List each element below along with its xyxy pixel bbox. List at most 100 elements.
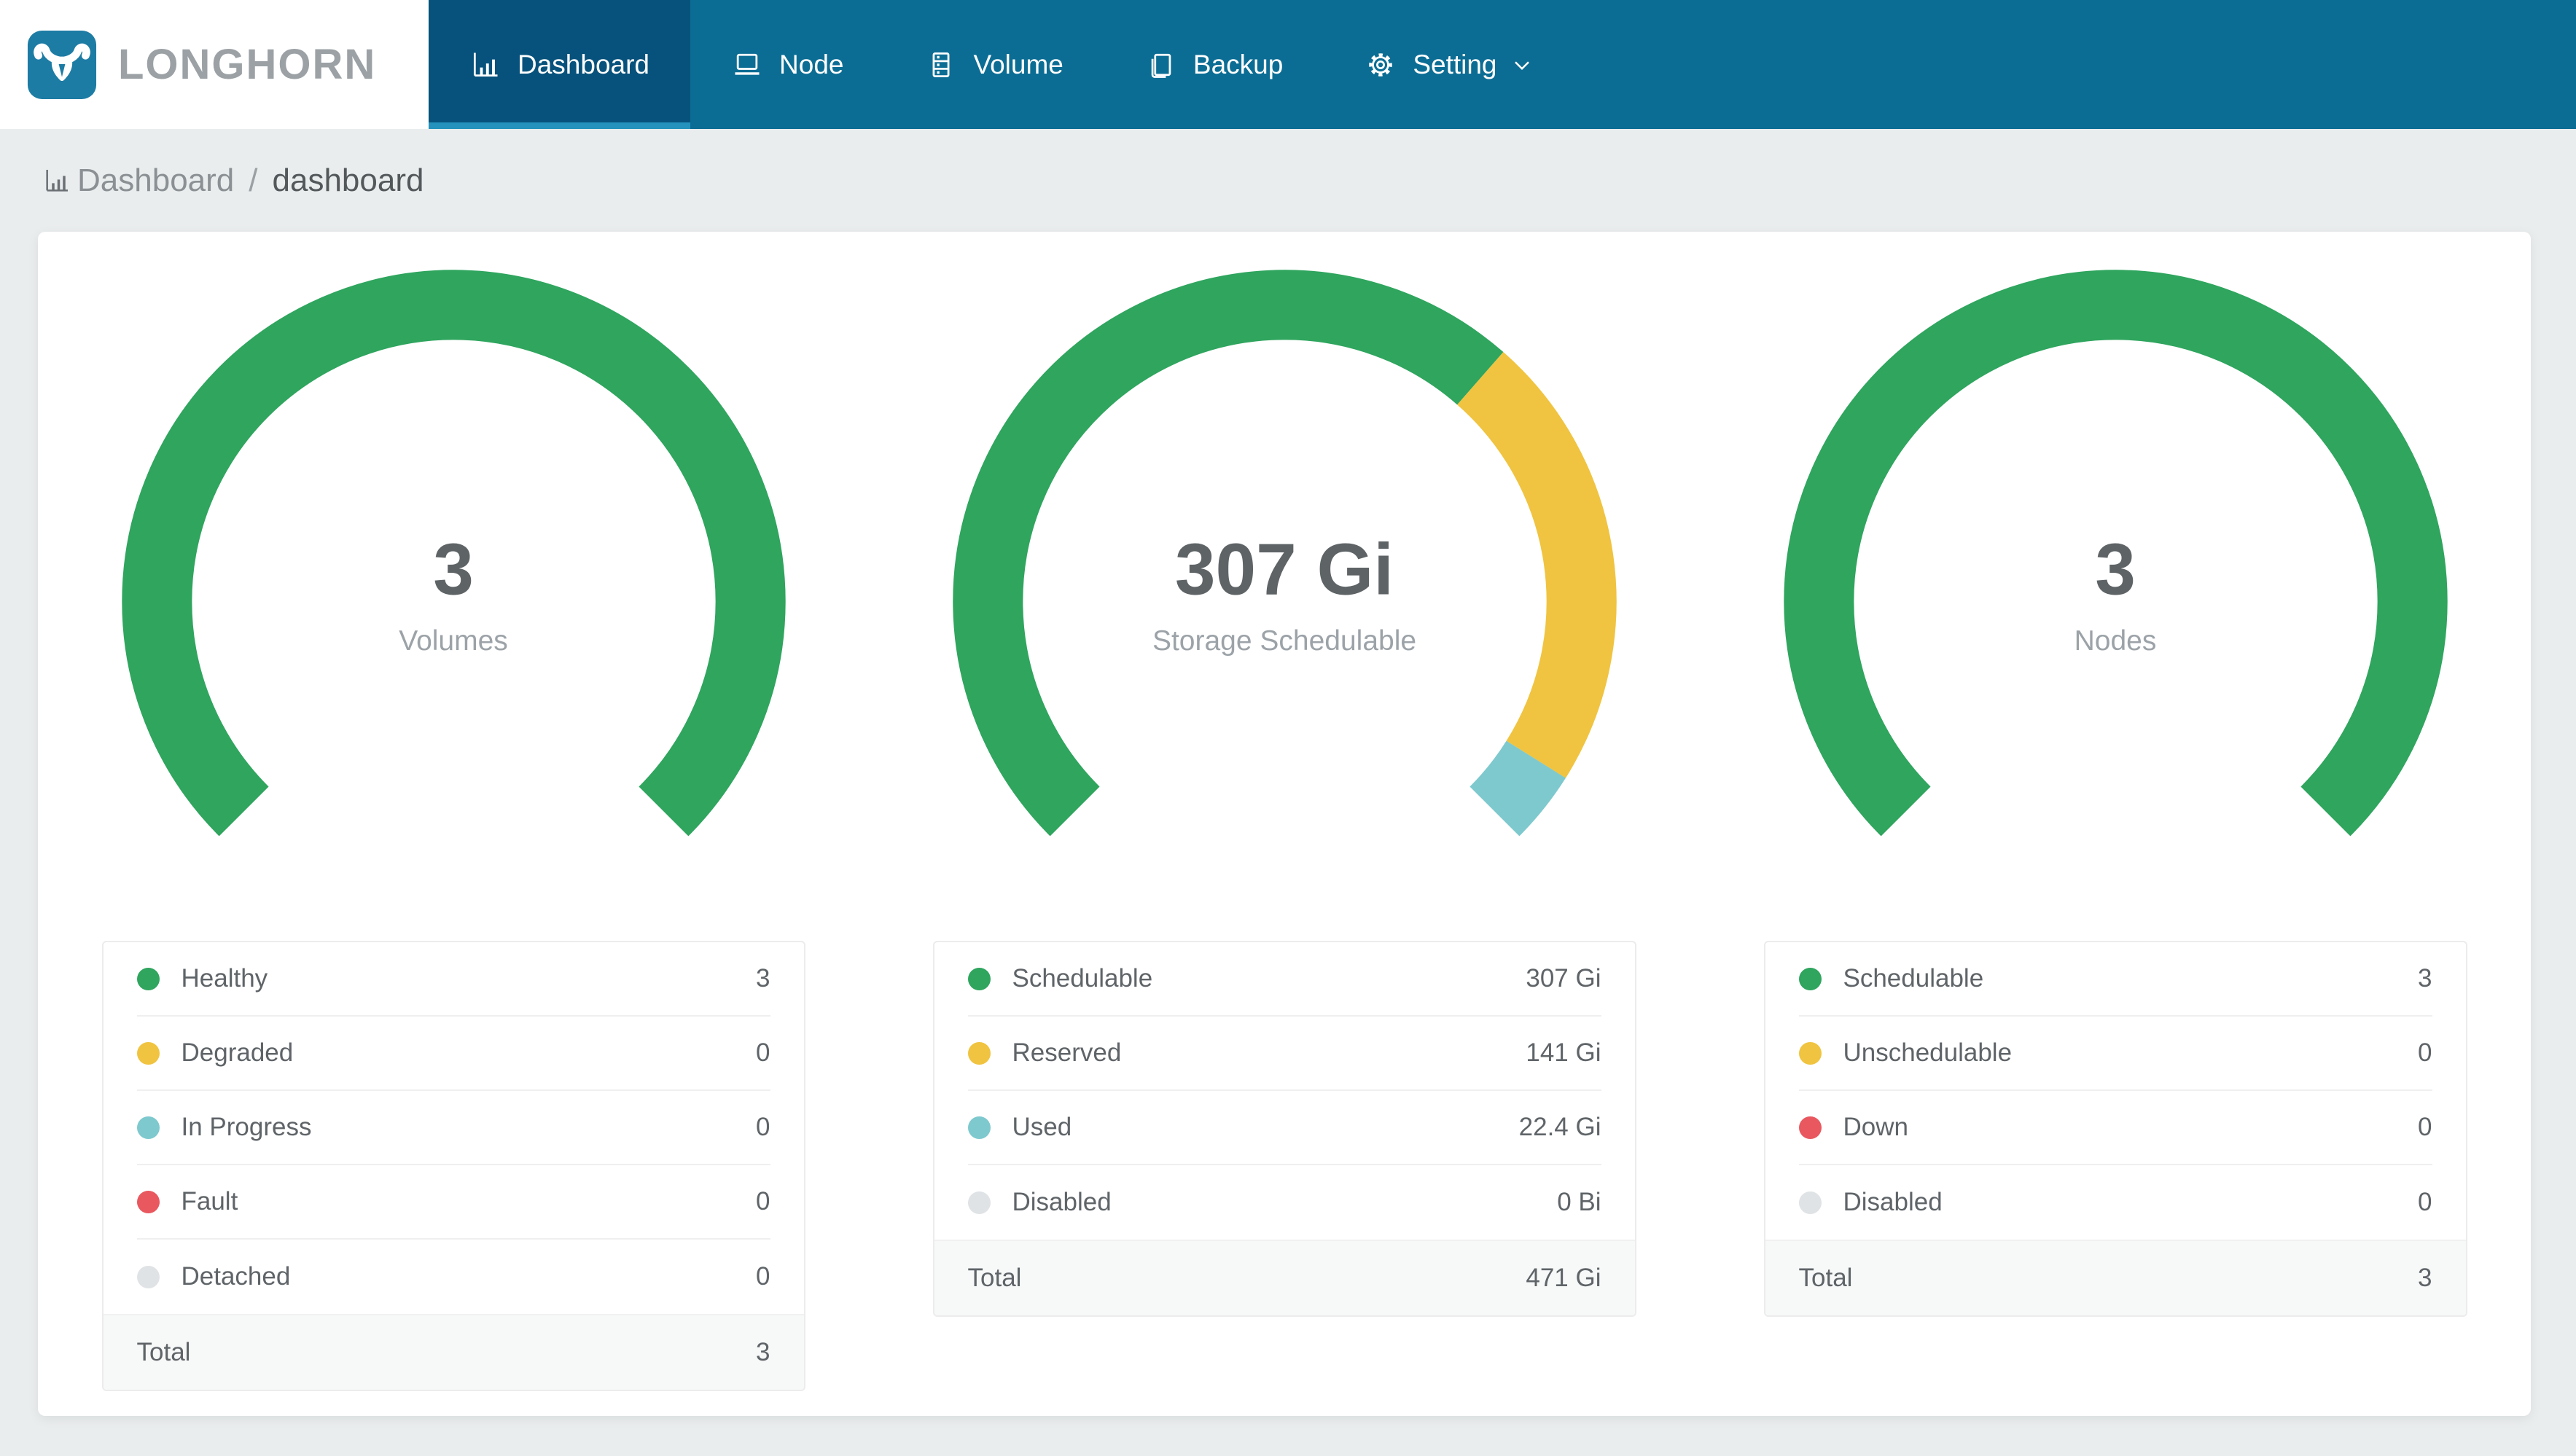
copy-icon bbox=[1145, 49, 1177, 81]
legend-row-detached: Detached 0 bbox=[104, 1240, 804, 1314]
legend-total-label: Total bbox=[967, 1264, 1022, 1292]
legend-table: Schedulable 307 Gi Reserved 141 Gi Used 22.4 … bbox=[932, 941, 1636, 1317]
nav-item-label: Dashboard bbox=[518, 49, 650, 79]
gauge-value: 307 Gi bbox=[1174, 528, 1394, 611]
legend-total-label: Total bbox=[1798, 1264, 1853, 1292]
legend-row-label: Detached bbox=[181, 1262, 291, 1291]
dashboard-card: 3 Volumes Healthy 3 Degraded 0 In Progress 0 Fau… bbox=[38, 232, 2531, 1416]
legend-dot bbox=[1798, 967, 1822, 990]
gauge-chart: 307 Gi Storage Schedulable bbox=[951, 268, 1618, 935]
legend-row-value: 0 bbox=[756, 1262, 770, 1291]
legend-row-reserved: Reserved 141 Gi bbox=[934, 1017, 1635, 1091]
gauge-chart: 3 Nodes bbox=[1782, 268, 2449, 935]
gauge-label: Storage Schedulable bbox=[1152, 625, 1417, 657]
longhorn-dashboard-page: { "brand": { "name": "LONGHORN" }, "nav"… bbox=[0, 0, 2576, 1456]
legend-row-label: Healthy bbox=[181, 964, 268, 993]
legend-dot bbox=[136, 1041, 160, 1065]
nav-item-label: Setting bbox=[1413, 49, 1497, 79]
longhorn-logo-icon bbox=[26, 29, 98, 101]
legend-row-value: 307 Gi bbox=[1526, 964, 1601, 993]
legend-row-disabled: Disabled 0 bbox=[1765, 1165, 2466, 1240]
nav-item-node[interactable]: Node bbox=[690, 0, 884, 129]
legend-row-unschedulable: Unschedulable 0 bbox=[1765, 1017, 2466, 1091]
active-tab-indicator bbox=[429, 122, 691, 129]
legend-row-value: 22.4 Gi bbox=[1518, 1113, 1601, 1141]
legend-row-schedulable: Schedulable 307 Gi bbox=[934, 942, 1635, 1017]
brand-name: LONGHORN bbox=[118, 41, 377, 88]
legend-row-value: 0 bbox=[2418, 1188, 2432, 1216]
breadcrumb-current-page: dashboard bbox=[272, 162, 424, 198]
legend-total-label: Total bbox=[136, 1338, 191, 1366]
nav-item-dashboard[interactable]: Dashboard bbox=[429, 0, 691, 129]
gauge-panel-nodes: 3 Nodes Schedulable 3 Unschedulable 0 Down 0 Dis… bbox=[1700, 268, 2531, 1416]
nav-item-setting[interactable]: Setting bbox=[1324, 0, 1575, 129]
nav-item-label: Backup bbox=[1193, 49, 1284, 79]
breadcrumb: Dashboard / dashboard bbox=[0, 129, 2576, 232]
legend-row-used: Used 22.4 Gi bbox=[934, 1091, 1635, 1165]
gauge-label: Volumes bbox=[399, 625, 508, 657]
legend-row-value: 0 Bi bbox=[1557, 1188, 1601, 1216]
gauge-value: 3 bbox=[2095, 528, 2136, 611]
bar-chart-icon bbox=[42, 166, 77, 195]
legend-table: Schedulable 3 Unschedulable 0 Down 0 Disabled 0… bbox=[1763, 941, 2467, 1317]
laptop-icon bbox=[731, 49, 763, 81]
legend-dot bbox=[1798, 1116, 1822, 1139]
legend-row-label: Disabled bbox=[1843, 1188, 1943, 1216]
legend-row-label: Disabled bbox=[1012, 1188, 1112, 1216]
legend-dot bbox=[967, 1116, 991, 1139]
legend-row-value: 0 bbox=[756, 1187, 770, 1216]
legend-dot bbox=[967, 1191, 991, 1214]
logo-link[interactable]: LONGHORN bbox=[0, 0, 429, 129]
legend-dot bbox=[136, 967, 160, 990]
legend-row-label: Schedulable bbox=[1012, 964, 1153, 993]
chevron-down-icon bbox=[1513, 52, 1535, 78]
legend-row-label: Degraded bbox=[181, 1038, 294, 1067]
gauge-panel-storage-schedulable: 307 Gi Storage Schedulable Schedulable 307 … bbox=[869, 268, 1700, 1416]
legend-row-value: 0 bbox=[2418, 1038, 2432, 1067]
legend-dot bbox=[1798, 1191, 1822, 1214]
legend-row-label: Schedulable bbox=[1843, 964, 1984, 993]
nav-item-label: Volume bbox=[973, 49, 1063, 79]
legend-dot bbox=[136, 1190, 160, 1213]
gauge-chart: 3 Volumes bbox=[120, 268, 787, 935]
nav-item-volume[interactable]: Volume bbox=[884, 0, 1104, 129]
legend-total-value: 3 bbox=[756, 1338, 770, 1366]
main-nav: Dashboard Node Volume Backup Setting bbox=[429, 0, 1576, 129]
legend-total-row: Total 3 bbox=[103, 1314, 804, 1390]
legend-row-degraded: Degraded 0 bbox=[104, 1017, 804, 1091]
legend-row-down: Down 0 bbox=[1765, 1091, 2466, 1165]
breadcrumb-separator: / bbox=[249, 162, 258, 198]
legend-row-healthy: Healthy 3 bbox=[104, 942, 804, 1017]
nav-item-backup[interactable]: Backup bbox=[1104, 0, 1324, 129]
legend-row-value: 0 bbox=[756, 1038, 770, 1067]
breadcrumb-section-link[interactable]: Dashboard bbox=[77, 163, 234, 199]
legend-total-row: Total 3 bbox=[1765, 1240, 2466, 1315]
gauge-segment-used bbox=[1469, 740, 1566, 837]
gauge-panels: 3 Volumes Healthy 3 Degraded 0 In Progress 0 Fau… bbox=[38, 232, 2531, 1416]
legend-row-label: Down bbox=[1843, 1113, 1908, 1141]
legend-row-value: 0 bbox=[2418, 1113, 2432, 1141]
gear-icon bbox=[1365, 49, 1397, 81]
legend-total-value: 471 Gi bbox=[1526, 1264, 1601, 1292]
legend-row-label: Used bbox=[1012, 1113, 1072, 1141]
gauge-value: 3 bbox=[433, 528, 474, 611]
legend-row-value: 3 bbox=[2418, 964, 2432, 993]
legend-row-schedulable: Schedulable 3 bbox=[1765, 942, 2466, 1017]
legend-table: Healthy 3 Degraded 0 In Progress 0 Fault 0 Detac… bbox=[101, 941, 805, 1391]
legend-row-label: Fault bbox=[181, 1187, 238, 1216]
database-icon bbox=[925, 49, 957, 81]
gauge-segment-reserved bbox=[1456, 352, 1617, 778]
legend-row-value: 0 bbox=[756, 1113, 770, 1141]
app-header: LONGHORN Dashboard Node Volume Backup Settin… bbox=[0, 0, 2576, 129]
legend-row-in-progress: In Progress 0 bbox=[104, 1091, 804, 1165]
legend-row-value: 3 bbox=[756, 964, 770, 993]
legend-row-value: 141 Gi bbox=[1526, 1038, 1601, 1067]
legend-dot bbox=[136, 1265, 160, 1288]
legend-row-label: In Progress bbox=[181, 1113, 312, 1141]
gauge-panel-volumes: 3 Volumes Healthy 3 Degraded 0 In Progress 0 Fau… bbox=[38, 268, 869, 1416]
legend-total-row: Total 471 Gi bbox=[934, 1240, 1635, 1315]
legend-dot bbox=[967, 967, 991, 990]
legend-total-value: 3 bbox=[2418, 1264, 2432, 1292]
legend-dot bbox=[967, 1041, 991, 1065]
legend-dot bbox=[1798, 1041, 1822, 1065]
